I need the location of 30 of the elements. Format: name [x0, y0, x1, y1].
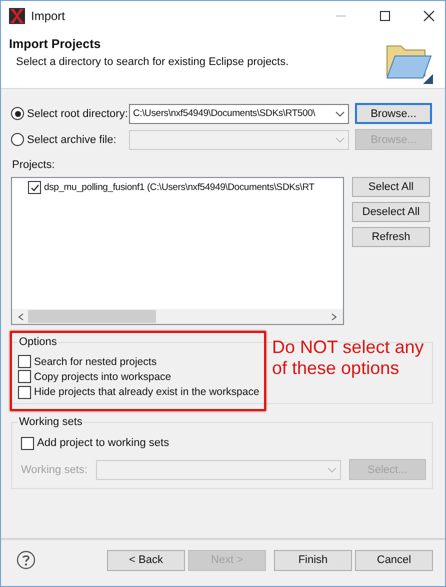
maximize-icon[interactable]	[379, 10, 391, 22]
checkbox[interactable]	[28, 181, 41, 194]
group-title: Options	[18, 336, 58, 348]
projects-label: Projects:	[12, 159, 56, 171]
project-item[interactable]: dsp_mu_polling_fusionf1 (C:\Users\nxf54949\Documents\SDKs\RT	[28, 181, 314, 194]
page-description: Select a directory to search for existing Eclipse projects.	[16, 56, 290, 68]
browse-button[interactable]: Browse...	[355, 103, 432, 124]
footer-button[interactable]: Finish	[274, 550, 352, 570]
annotation-text: Do NOT select any of these options	[272, 337, 425, 379]
dropdown-icon	[326, 466, 337, 472]
close-icon[interactable]	[423, 10, 435, 22]
list-action-button[interactable]: Deselect All	[352, 202, 430, 222]
footer-button[interactable]: < Back	[107, 550, 185, 570]
dropdown-icon	[335, 136, 345, 142]
path-combo[interactable]: C:\Users\nxf54949\Documents\SDKs\RT500\	[129, 104, 349, 124]
window-title: Import	[31, 8, 66, 22]
page-title: Import Projects	[9, 37, 102, 51]
horizontal-scrollbar[interactable]	[12, 309, 343, 324]
group-title: Working sets	[18, 416, 84, 428]
scroll-left-icon[interactable]	[18, 312, 24, 320]
list-action-button[interactable]: Refresh	[352, 227, 430, 247]
footer-button[interactable]: Cancel	[355, 550, 433, 570]
option-checkbox[interactable]: Hide projects that already exist in the workspace	[18, 386, 426, 399]
list-action-button[interactable]: Select All	[352, 177, 430, 197]
app-logo-icon	[9, 8, 25, 24]
help-icon[interactable]	[16, 550, 36, 570]
radio-button[interactable]: Select root directory:	[11, 107, 129, 120]
scroll-right-icon[interactable]	[331, 312, 337, 320]
dropdown-icon	[335, 110, 345, 116]
field-label: Working sets:	[21, 464, 88, 476]
